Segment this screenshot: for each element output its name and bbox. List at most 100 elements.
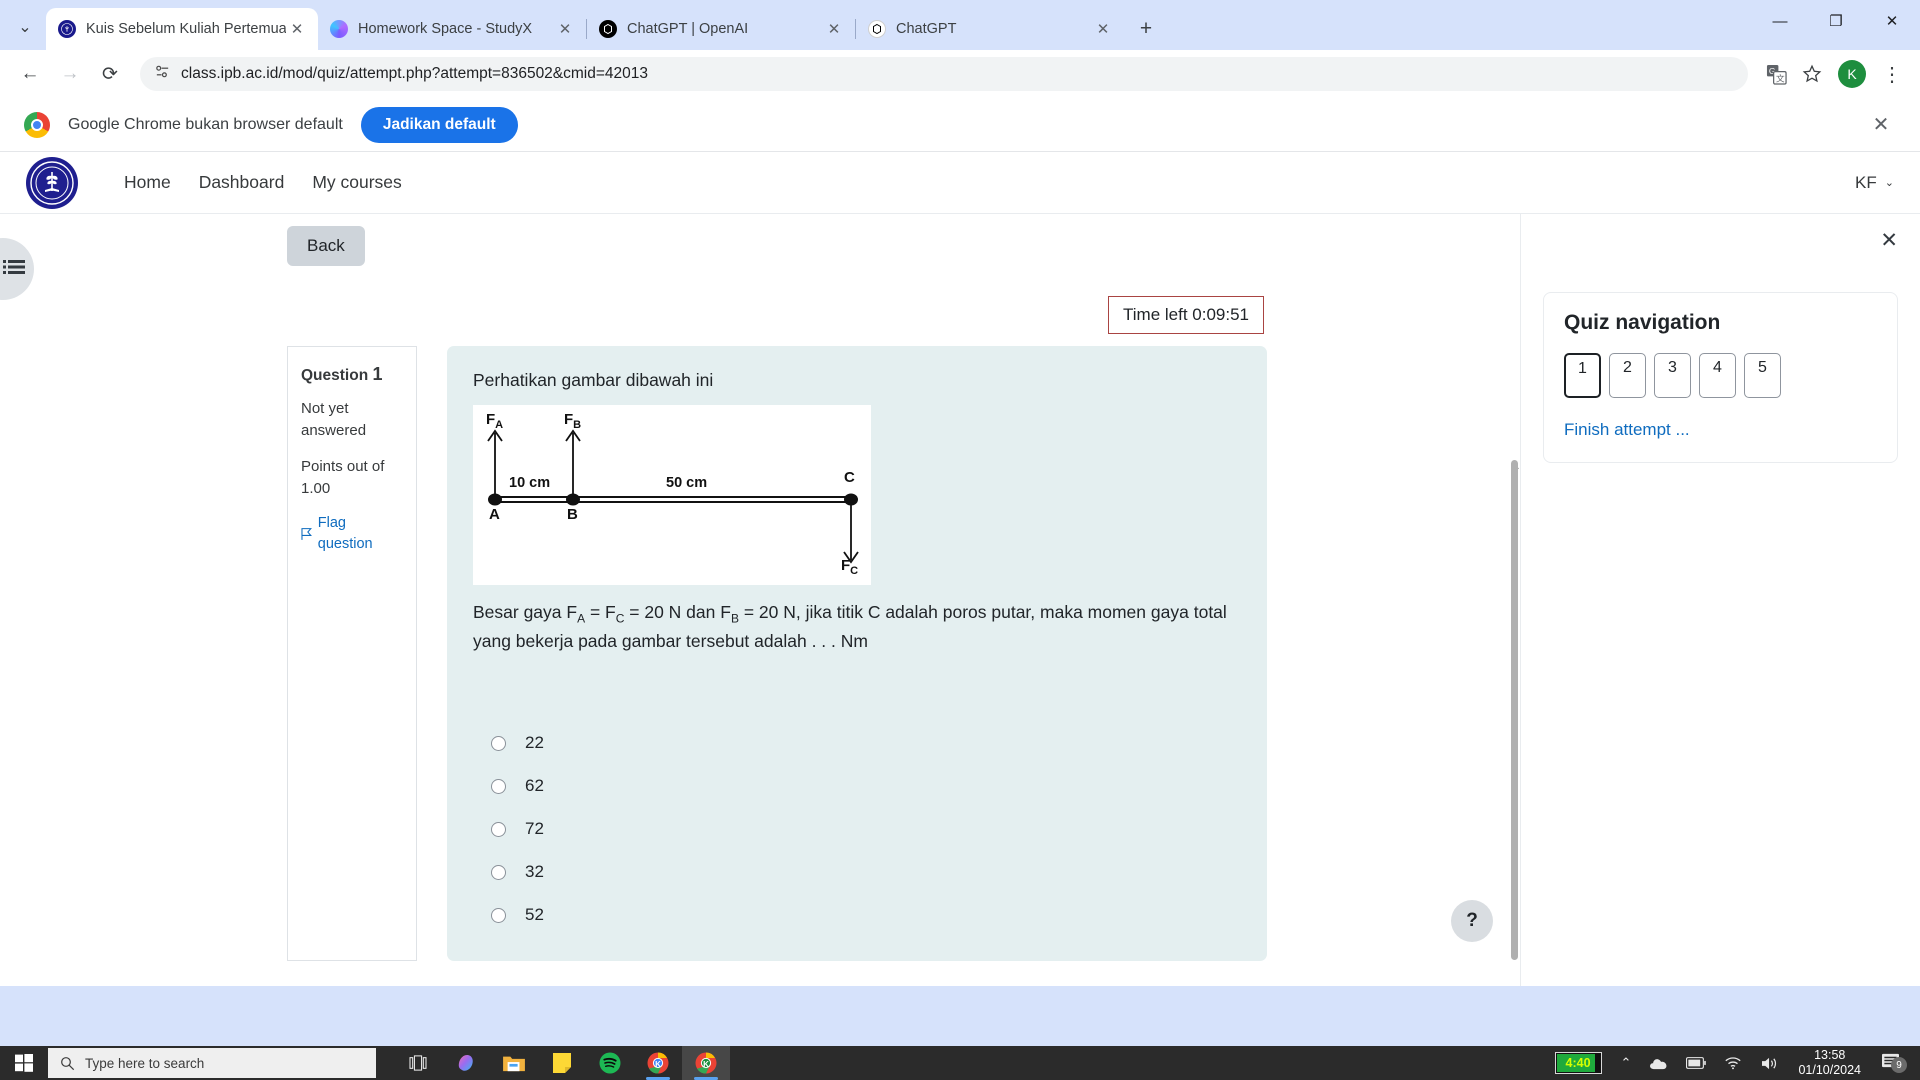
onedrive-icon[interactable] [1640,1046,1677,1080]
diagram-label-fa: FA [486,411,504,431]
question-statement: Besar gaya FA = FC = 20 N dan FB = 20 N,… [473,602,1227,651]
set-default-browser-button[interactable]: Jadikan default [360,106,518,143]
answer-option-2[interactable]: 62 [473,765,1241,808]
answer-option-3[interactable]: 72 [473,808,1241,851]
studyx-icon [330,20,348,38]
answer-option-1-label: 22 [525,733,544,753]
close-drawer-icon[interactable]: ✕ [1880,228,1898,253]
browser-tab-4[interactable]: ChatGPT ✕ [856,8,1124,50]
flag-question-link[interactable]: Flag question [301,513,403,555]
radio-icon[interactable] [491,778,506,794]
file-explorer-icon [503,1056,525,1072]
taskbar-clock[interactable]: 13:58 01/10/2024 [1788,1048,1871,1078]
quiz-nav-question-5[interactable]: 5 [1744,353,1781,398]
question-number-value: 1 [372,364,383,384]
diagram-label-fc: FC [841,557,859,577]
start-button[interactable] [0,1046,48,1080]
help-button[interactable]: ? [1451,900,1493,942]
browser-tab-3[interactable]: ChatGPT | OpenAI ✕ [587,8,855,50]
browser-tab-1-close-icon[interactable]: ✕ [286,18,308,40]
file-explorer-button[interactable] [490,1046,538,1080]
close-window-button[interactable]: ✕ [1864,0,1920,42]
question-container: Question 1 Not yet answered Points out o… [287,346,1267,961]
radio-icon[interactable] [491,864,506,880]
radio-icon[interactable] [491,907,506,923]
task-view-icon [409,1055,427,1071]
question-info-panel: Question 1 Not yet answered Points out o… [287,346,417,961]
profile-avatar[interactable]: K [1838,60,1866,88]
nav-link-my-courses[interactable]: My courses [298,172,415,193]
nav-link-dashboard[interactable]: Dashboard [185,172,299,193]
chrome-window-2-icon: K [695,1052,717,1074]
course-index-drawer-toggle[interactable] [0,238,34,300]
answer-option-4-label: 32 [525,862,544,882]
flag-question-label: Flag question [317,515,373,553]
radio-icon[interactable] [491,735,506,751]
flag-icon [301,528,312,541]
question-body: Perhatikan gambar dibawah ini FA FB FC A… [447,346,1267,961]
copilot-icon [458,1055,473,1071]
browser-toolbar: ← → ⟳ class.ipb.ac.id/mod/quiz/attempt.p… [0,50,1920,98]
openai-icon [599,20,617,38]
spotify-button[interactable] [586,1046,634,1080]
svg-text:文: 文 [1776,72,1785,83]
browser-tab-2[interactable]: Homework Space - StudyX ✕ [318,8,586,50]
tab-search-button[interactable]: ⌄ [8,10,42,44]
sticky-notes-icon [553,1053,571,1073]
battery-time-widget[interactable]: 4:40 [1554,1052,1602,1074]
chrome-window-2-button[interactable]: K [682,1046,730,1080]
browser-menu-icon[interactable]: ⋮ [1876,58,1908,90]
back-navigation-icon[interactable]: ← [12,56,48,92]
quiz-nav-question-1[interactable]: 1 [1564,353,1601,398]
maximize-button[interactable]: ❐ [1808,0,1864,42]
sticky-notes-button[interactable] [538,1046,586,1080]
copilot-button[interactable] [442,1046,490,1080]
search-icon [61,1056,75,1070]
diagram-distance-ab: 10 cm [509,475,551,491]
answer-option-5[interactable]: 52 [473,894,1241,937]
chrome-browser-window: ⌄ Kuis Sebelum Kuliah Pertemuan ✕ Homewo… [0,0,1920,1046]
reload-icon[interactable]: ⟳ [92,56,128,92]
moodle-page: Home Dashboard My courses KF ⌄ Back Time… [0,152,1920,986]
minimize-button[interactable]: — [1752,0,1808,42]
battery-icon[interactable] [1677,1046,1715,1080]
browser-tab-4-close-icon[interactable]: ✕ [1092,18,1114,40]
user-menu[interactable]: KF ⌄ [1855,173,1894,193]
answer-option-4[interactable]: 32 [473,851,1241,894]
wifi-icon[interactable] [1715,1046,1751,1080]
browser-tab-3-close-icon[interactable]: ✕ [823,18,845,40]
infobar-close-icon[interactable]: ✕ [1866,110,1896,140]
chrome-window-1-button[interactable]: K [634,1046,682,1080]
notification-center-button[interactable]: 9 [1871,1052,1910,1074]
diagram-distance-bc: 50 cm [666,475,708,491]
bookmark-star-icon[interactable] [1796,58,1828,90]
quiz-nav-question-3[interactable]: 3 [1654,353,1691,398]
task-view-button[interactable] [394,1046,442,1080]
browser-tab-1[interactable]: Kuis Sebelum Kuliah Pertemuan ✕ [46,8,318,50]
quiz-nav-question-4[interactable]: 4 [1699,353,1736,398]
back-button[interactable]: Back [287,226,365,266]
show-hidden-icons-button[interactable]: ⌃ [1612,1046,1641,1080]
finish-attempt-link[interactable]: Finish attempt ... [1564,420,1877,440]
site-settings-icon[interactable] [154,63,171,85]
address-bar[interactable]: class.ipb.ac.id/mod/quiz/attempt.php?att… [140,57,1748,91]
radio-icon[interactable] [491,821,506,837]
question-grade: Points out of 1.00 [301,457,385,497]
ipb-logo-icon[interactable] [26,156,78,209]
nav-link-home[interactable]: Home [110,172,185,193]
forward-navigation-icon[interactable]: → [52,56,88,92]
quiz-nav-question-2[interactable]: 2 [1609,353,1646,398]
taskbar-search-placeholder: Type here to search [85,1055,205,1071]
new-tab-button[interactable]: + [1130,13,1162,45]
volume-icon[interactable] [1751,1046,1788,1080]
translate-icon[interactable]: G 文 [1760,58,1792,90]
question-number-label: Question [301,367,369,384]
browser-tab-2-close-icon[interactable]: ✕ [554,18,576,40]
answer-option-5-label: 52 [525,905,544,925]
content-scrollbar-thumb[interactable] [1511,460,1518,960]
browser-tab-1-title: Kuis Sebelum Kuliah Pertemuan [86,21,286,37]
windows-taskbar: Type here to search K K 4:40 ⌃ 13:58 01/… [0,1046,1920,1080]
quiz-navigation-title: Quiz navigation [1564,311,1721,334]
answer-option-1[interactable]: 22 [473,722,1241,765]
taskbar-search-box[interactable]: Type here to search [48,1048,376,1078]
